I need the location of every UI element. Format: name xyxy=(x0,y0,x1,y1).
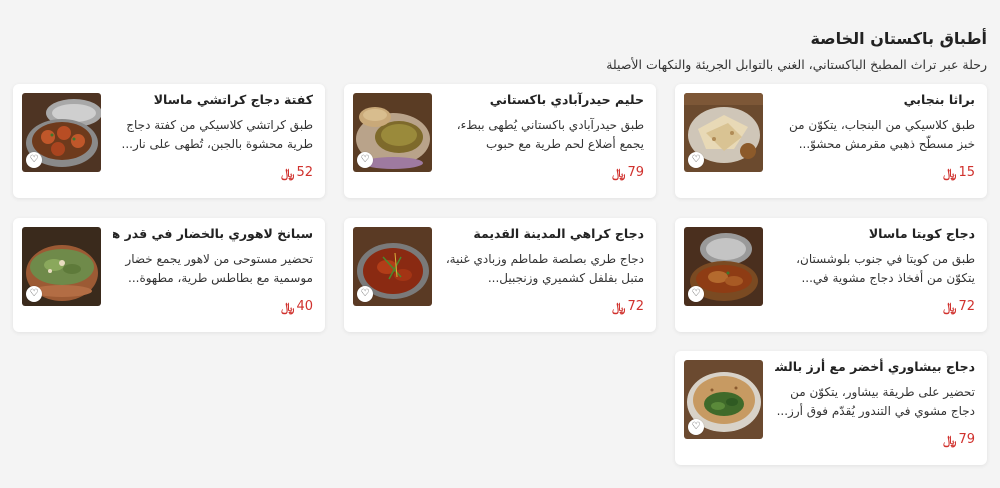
currency-icon: ﷼ xyxy=(943,433,957,447)
dish-name: دجاج بيشاوري أخضر مع أرز بالشعيرية xyxy=(775,359,975,374)
favorite-heart-icon[interactable]: ♡ xyxy=(26,286,42,302)
currency-icon: ﷼ xyxy=(943,166,957,180)
favorite-heart-icon[interactable]: ♡ xyxy=(688,152,704,168)
currency-icon: ﷼ xyxy=(281,300,295,314)
dish-image: ♡ xyxy=(684,93,763,172)
price-value: 72 xyxy=(958,299,975,314)
dish-image: ♡ xyxy=(684,360,763,439)
price-value: 40 xyxy=(296,299,313,314)
favorite-heart-icon[interactable]: ♡ xyxy=(357,152,373,168)
section-title: أطباق باكستان الخاصة xyxy=(810,29,987,48)
dish-name: دجاج كراهي المدينة القديمة xyxy=(473,226,644,241)
dish-description: طبق من كويتا في جنوب بلوشستان، يتكوّن من… xyxy=(796,252,975,285)
section-header: أطباق باكستان الخاصة رحلة عبر تراث المطب… xyxy=(606,28,987,74)
currency-icon: ﷼ xyxy=(612,166,626,180)
dish-image: ♡ xyxy=(22,93,101,172)
dish-price: 79 ﷼ xyxy=(943,431,975,449)
dish-description: طبق كراتشي كلاسيكي من كفتة دجاج طرية محش… xyxy=(121,118,314,151)
dish-name: براثا بنجابي xyxy=(903,92,975,107)
dish-card[interactable]: ♡ كفتة دجاج كراتشي ماسالا طبق كراتشي كلا… xyxy=(13,84,325,198)
dish-description: تحضير على طريقة بيشاور، يتكوّن من دجاج م… xyxy=(776,385,975,418)
dish-image: ♡ xyxy=(684,227,763,306)
dish-price: 40 ﷼ xyxy=(281,298,313,316)
dish-card[interactable]: ♡ حليم حيدرآبادي باكستاني طبق حيدرآبادي … xyxy=(344,84,656,198)
favorite-heart-icon[interactable]: ♡ xyxy=(688,286,704,302)
dish-description: طبق كلاسيكي من البنجاب، يتكوّن من خبز مس… xyxy=(789,118,975,151)
dish-name: سبانخ لاهوري بالخضار في قدر هاندي xyxy=(113,226,313,241)
dish-image: ♡ xyxy=(353,227,432,306)
dish-name: كفتة دجاج كراتشي ماسالا xyxy=(153,92,313,107)
favorite-heart-icon[interactable]: ♡ xyxy=(688,419,704,435)
dish-name: حليم حيدرآبادي باكستاني xyxy=(489,92,644,107)
price-value: 15 xyxy=(958,165,975,180)
price-value: 72 xyxy=(627,299,644,314)
dish-card[interactable]: ♡ سبانخ لاهوري بالخضار في قدر هاندي تحضي… xyxy=(13,218,325,332)
dish-image: ♡ xyxy=(22,227,101,306)
dish-card[interactable]: ♡ براثا بنجابي طبق كلاسيكي من البنجاب، ي… xyxy=(675,84,987,198)
section-subtitle: رحلة عبر تراث المطبخ الباكستاني، الغني ب… xyxy=(606,57,987,72)
dish-price: 52 ﷼ xyxy=(281,164,313,182)
dish-description: دجاج طري بصلصة طماطم وزبادي غنية، متبل ب… xyxy=(445,252,644,285)
currency-icon: ﷼ xyxy=(943,300,957,314)
dish-price: 72 ﷼ xyxy=(612,298,644,316)
dish-card[interactable]: ♡ دجاج كراهي المدينة القديمة دجاج طري بص… xyxy=(344,218,656,332)
dish-image: ♡ xyxy=(353,93,432,172)
dish-price: 79 ﷼ xyxy=(612,164,644,182)
dish-description: طبق حيدرآبادي باكستاني يُطهى ببطء، يجمع … xyxy=(456,118,644,151)
price-value: 52 xyxy=(296,165,313,180)
dish-card[interactable]: ♡ دجاج بيشاوري أخضر مع أرز بالشعيرية تحض… xyxy=(675,351,987,465)
currency-icon: ﷼ xyxy=(612,300,626,314)
dish-price: 72 ﷼ xyxy=(943,298,975,316)
currency-icon: ﷼ xyxy=(281,166,295,180)
dish-card[interactable]: ♡ دجاج كويتا ماسالا طبق من كويتا في جنوب… xyxy=(675,218,987,332)
dish-description: تحضير مستوحى من لاهور يجمع خضار موسمية م… xyxy=(125,252,313,285)
price-value: 79 xyxy=(958,432,975,447)
dish-name: دجاج كويتا ماسالا xyxy=(868,226,975,241)
favorite-heart-icon[interactable]: ♡ xyxy=(26,152,42,168)
price-value: 79 xyxy=(627,165,644,180)
dish-price: 15 ﷼ xyxy=(943,164,975,182)
favorite-heart-icon[interactable]: ♡ xyxy=(357,286,373,302)
